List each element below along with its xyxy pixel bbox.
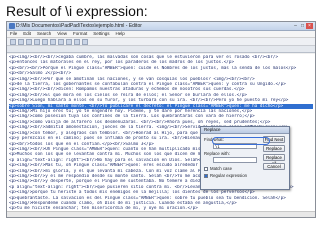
status-bar — [7, 211, 315, 217]
regex-checkbox[interactable] — [204, 174, 208, 178]
undo-icon[interactable] — [58, 39, 64, 45]
menu-item-search[interactable]: Search — [37, 31, 51, 37]
replace-dialog: Replace Find what: \i Replace with: Matc… — [200, 126, 290, 190]
menu-item-format[interactable]: Format — [73, 31, 87, 37]
maximize-icon[interactable]: □ — [299, 23, 306, 29]
app-icon — [9, 23, 15, 29]
replace-input[interactable] — [213, 157, 257, 163]
code-line: <p><img/>Luego hablara a ellos en su fur… — [9, 98, 289, 104]
find-icon[interactable] — [74, 39, 80, 45]
toolbar — [7, 38, 315, 46]
menu-item-help[interactable]: Help — [116, 31, 125, 37]
menu-item-settings[interactable]: Settings — [93, 31, 109, 37]
callout-outline — [212, 137, 270, 145]
replace-button[interactable]: Replace — [263, 145, 285, 152]
close-icon[interactable]: × — [306, 23, 313, 29]
new-icon[interactable] — [10, 39, 16, 45]
menu-item-file[interactable]: File — [10, 31, 17, 37]
redo-icon[interactable] — [66, 39, 72, 45]
match-case-label: Match case — [210, 166, 232, 171]
replace-icon[interactable] — [82, 39, 88, 45]
copy-icon[interactable] — [42, 39, 48, 45]
regex-label: Regular expression — [210, 173, 248, 178]
replace-label: Replace with: — [204, 151, 230, 156]
cancel-button[interactable]: Cancel — [263, 163, 285, 170]
paste-icon[interactable] — [50, 39, 56, 45]
title-bar: D:\Mis Documentos\PadPad\Textos\ejemplo.… — [7, 22, 315, 31]
open-icon[interactable] — [18, 39, 24, 45]
slide-caption: Result of \i expression: — [6, 3, 148, 19]
cut-icon[interactable] — [34, 39, 40, 45]
replace-all-button[interactable]: Replace All — [263, 154, 285, 166]
menu-bar: File Edit Search View Format Settings Help — [7, 31, 315, 38]
window-title: D:\Mis Documentos\PadPad\Textos\ejemplo.… — [16, 23, 142, 29]
menu-item-edit[interactable]: Edit — [23, 31, 31, 37]
menu-item-view[interactable]: View — [57, 31, 67, 37]
dialog-title: Replace — [201, 127, 289, 134]
match-case-checkbox[interactable] — [204, 167, 208, 171]
tab-strip: ejemplo.html — [7, 46, 315, 61]
minimize-icon[interactable]: – — [292, 23, 299, 29]
save-icon[interactable] — [26, 39, 32, 45]
